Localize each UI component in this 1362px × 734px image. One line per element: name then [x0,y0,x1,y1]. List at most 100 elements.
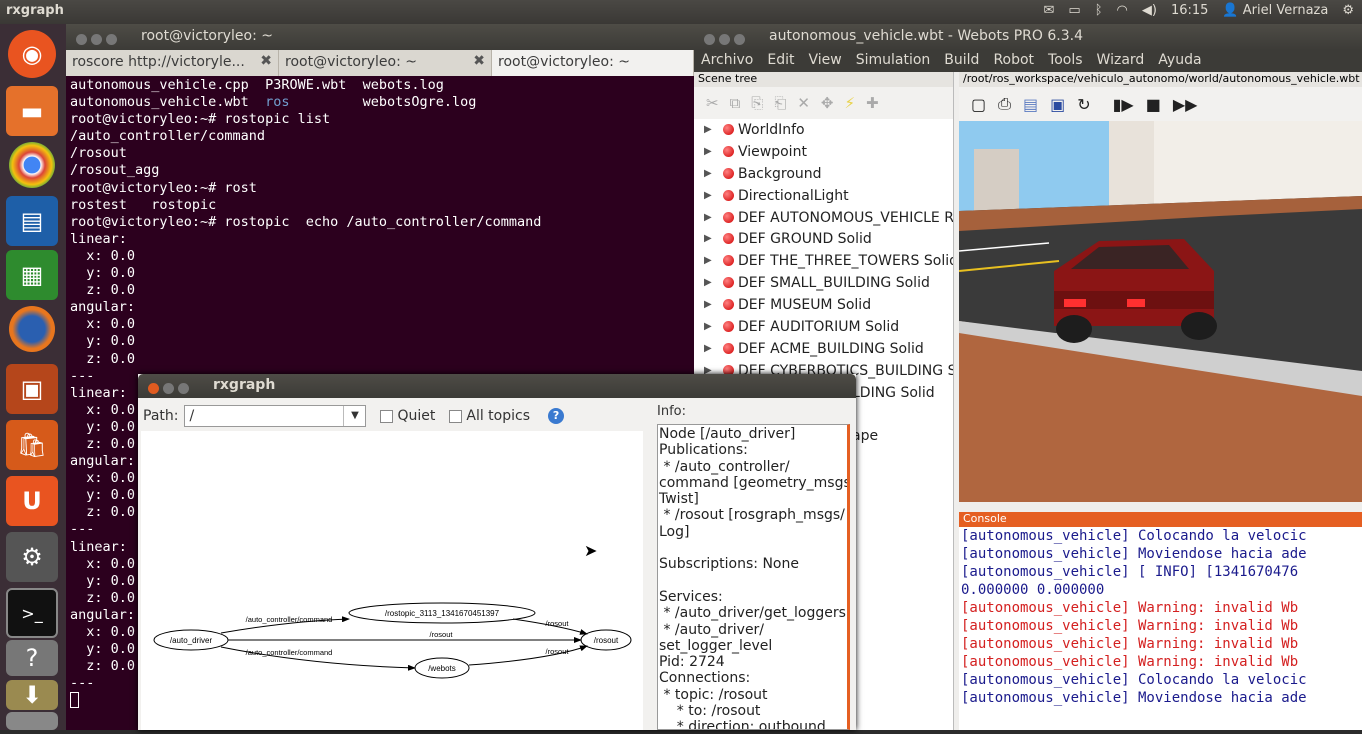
user-name[interactable]: 👤 Ariel Vernaza [1222,3,1328,18]
scene-tree-node[interactable]: ▶ DEF MUSEUM Solid [694,294,953,316]
stop-icon[interactable]: ■ [1146,95,1161,114]
scene-tree-node[interactable]: ▶ DEF THE_THREE_TOWERS Solid [694,250,953,272]
3d-scene[interactable] [959,121,1362,502]
revert-icon[interactable]: ↻ [1077,95,1090,114]
expand-arrow-icon[interactable]: ▶ [704,207,712,229]
help-icon[interactable]: ✚ [866,94,879,112]
paste-icon[interactable]: ⎘ [751,94,763,112]
paste-after-icon[interactable]: ⎗ [774,94,786,112]
rxgraph-titlebar: rxgraph [138,374,856,398]
checkbox-box[interactable] [380,409,394,423]
calc-icon[interactable]: ▦ [6,250,58,300]
scene-tree-node[interactable]: ▶ DEF ACME_BUILDING Solid [694,338,953,360]
close-icon[interactable]: ✖ [260,53,272,69]
scene-tree-node[interactable]: ▶ DEF SMALL_BUILDING Solid [694,272,953,294]
close-button[interactable] [704,33,715,45]
impress-icon[interactable]: ▣ [6,364,58,414]
battery-icon[interactable]: ▭ [1068,3,1080,18]
expand-arrow-icon[interactable]: ▶ [704,163,712,185]
launcher: ◉ ▬ ▤ ▦ ▣ 🛍 U ⚙ >_ ? ⬇ [0,24,66,730]
tab-roscore[interactable]: roscore http://victoryle... ✖ [66,50,279,76]
expand-arrow-icon[interactable]: ▶ [704,272,712,294]
menu-item-edit[interactable]: Edit [760,50,801,72]
close-button[interactable] [76,33,87,45]
expand-arrow-icon[interactable]: ▶ [704,250,712,272]
scene-tree-node[interactable]: ▶ DirectionalLight [694,185,953,207]
step-icon[interactable]: ▮▶ [1113,95,1134,114]
copy-icon[interactable]: ⧉ [730,94,741,112]
scene-tree-node[interactable]: ▶ DEF AUDITORIUM Solid [694,316,953,338]
mail-icon[interactable]: ✉ [1044,3,1055,18]
firefox-icon[interactable] [9,306,55,352]
expand-arrow-icon[interactable]: ▶ [704,316,712,338]
open-icon[interactable]: ⎙ [998,94,1011,114]
minimize-button[interactable] [719,33,730,45]
terminal-icon[interactable]: >_ [6,588,58,638]
updates-icon[interactable]: ⬇ [6,680,58,710]
scene-tree-node[interactable]: ▶ Background [694,163,953,185]
quiet-checkbox[interactable]: Quiet [380,408,435,424]
trash-icon[interactable] [6,712,58,730]
expand-arrow-icon[interactable]: ▶ [704,338,712,360]
software-center-icon[interactable]: 🛍 [6,420,58,470]
volume-icon[interactable]: ◀) [1142,3,1157,18]
expand-arrow-icon[interactable]: ▶ [704,294,712,316]
gear-icon[interactable]: ⚙ [1342,3,1354,18]
menu-item-wizard[interactable]: Wizard [1090,50,1152,72]
path-combobox[interactable]: / ▼ [184,405,367,427]
tab-root-1[interactable]: root@victoryleo: ~ ✖ [279,50,492,76]
maximize-button[interactable] [178,382,189,394]
save-as-icon[interactable]: ▣ [1050,95,1065,114]
minimize-button[interactable] [91,33,102,45]
expand-arrow-icon[interactable]: ▶ [704,119,712,141]
scene-tree-node[interactable]: ▶ WorldInfo [694,119,953,141]
expand-arrow-icon[interactable]: ▶ [704,228,712,250]
scene-tree-node[interactable]: ▶ DEF GROUND Solid [694,228,953,250]
graph-canvas[interactable]: /auto_driver /rostopic_3113_134167045139… [141,431,643,730]
terminal-text: /auto_controller/command [70,128,266,145]
minimize-button[interactable] [163,382,174,394]
info-panel[interactable]: Node [/auto_driver] Publications: * /auto… [657,424,850,730]
menu-item-robot[interactable]: Robot [986,50,1041,72]
chrome-icon[interactable] [9,142,55,188]
expand-arrow-icon[interactable]: ▶ [704,185,712,207]
maximize-button[interactable] [106,33,117,45]
menu-item-tools[interactable]: Tools [1041,50,1090,72]
writer-icon[interactable]: ▤ [6,196,58,246]
cut-icon[interactable]: ✂ [706,94,719,112]
tab-root-2[interactable]: root@victoryleo: ~ [492,50,694,76]
checkbox-box[interactable] [449,409,463,423]
menu-item-ayuda[interactable]: Ayuda [1151,50,1208,72]
menu-item-archivo[interactable]: Archivo [694,50,760,72]
bluetooth-icon[interactable]: ᛒ [1095,3,1103,18]
info-line: command [geometry_msgs/ [659,474,850,491]
help-icon[interactable]: ? [548,408,565,424]
dash-home-icon[interactable]: ◉ [8,30,56,78]
menu-item-simulation[interactable]: Simulation [849,50,938,72]
menu-item-view[interactable]: View [801,50,848,72]
files-icon[interactable]: ▬ [6,86,58,136]
expand-arrow-icon[interactable]: ▶ [704,141,712,163]
scene-tree-node[interactable]: ▶ Viewpoint [694,141,953,163]
quiet-label: Quiet [397,408,436,424]
reset-icon[interactable]: ✥ [821,94,834,112]
chevron-down-icon[interactable]: ▼ [343,406,365,426]
terminal-line: z: 0.0 [70,282,690,299]
scene-tree-node[interactable]: ▶ DEF AUTONOMOUS_VEHICLE Ro [694,207,953,229]
settings-icon[interactable]: ⚙ [6,532,58,582]
close-button[interactable] [148,382,159,394]
clock[interactable]: 16:15 [1171,3,1208,18]
delete-icon[interactable]: ✕ [797,94,810,112]
wifi-icon[interactable]: ◠ [1117,3,1128,18]
help-icon[interactable]: ? [6,640,58,676]
save-icon[interactable]: ▤ [1023,95,1038,114]
menu-item-build[interactable]: Build [937,50,986,72]
ubuntu-one-icon[interactable]: U [6,476,58,526]
new-icon[interactable]: ▢ [971,95,986,114]
transform-icon[interactable]: ⚡ [844,94,855,112]
all-topics-checkbox[interactable]: All topics [449,408,530,424]
console-output[interactable]: [autonomous_vehicle] Colocando la veloci… [959,527,1362,707]
close-icon[interactable]: ✖ [473,53,485,69]
maximize-button[interactable] [734,33,745,45]
fast-forward-icon[interactable]: ▶▶ [1173,95,1198,114]
